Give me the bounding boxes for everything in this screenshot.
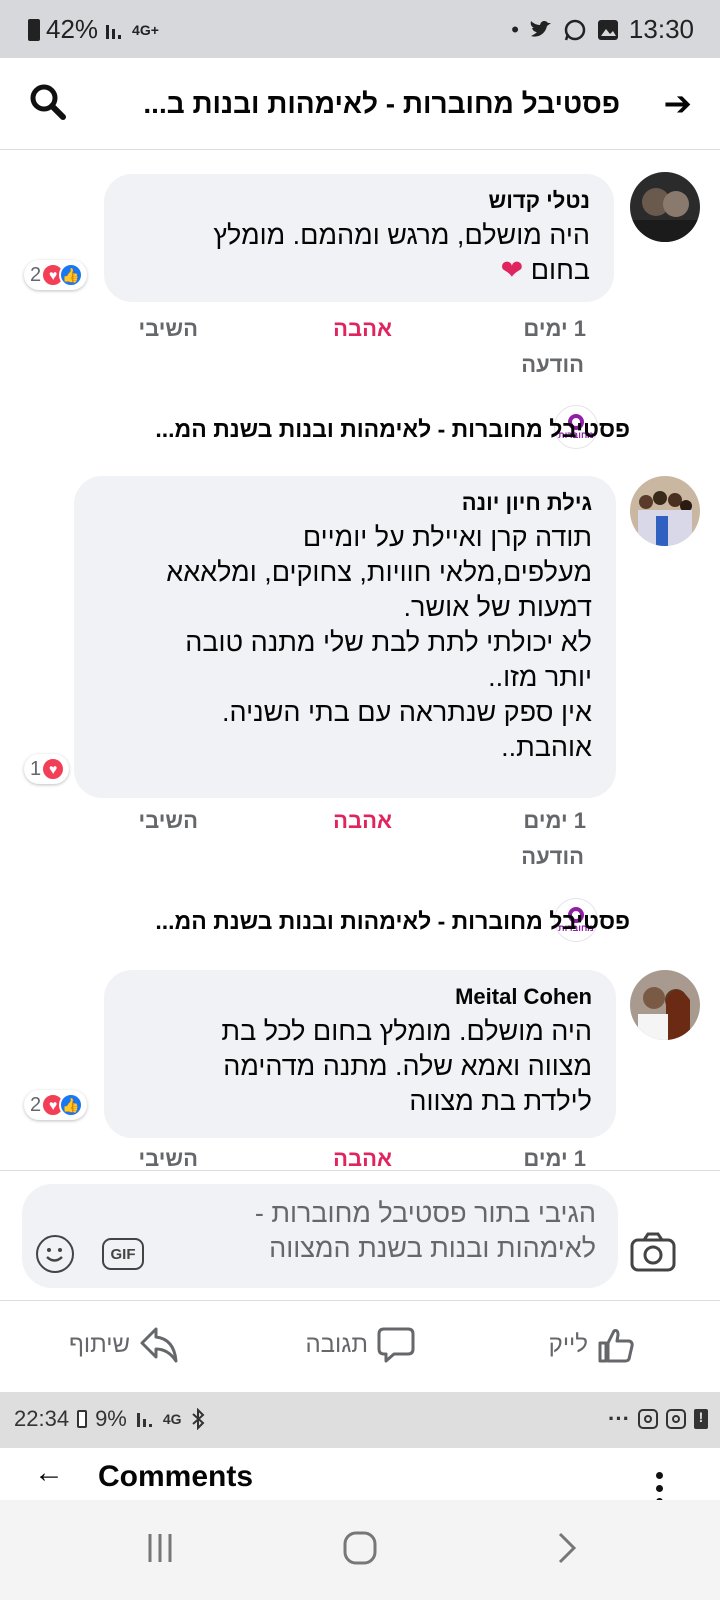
reply-button[interactable]: השיבי (138, 1146, 198, 1172)
arrow-right-icon[interactable]: ➔ (664, 84, 693, 124)
clock: 13:30 (628, 14, 694, 44)
gif-button[interactable]: GIF (102, 1238, 144, 1270)
network-type-2: 4G (162, 1411, 182, 1427)
comment-bubble: נטלי קדוש היה מושלם, מרגש ומהמם. מומלץ ב… (104, 174, 614, 302)
reaction-count: 2 (30, 1093, 42, 1116)
like-label: לייק (548, 1331, 588, 1358)
comment-text: היה מושלם, מרגש ומהמם. מומלץ בחום ❤ (213, 220, 590, 285)
search-icon[interactable] (28, 82, 68, 122)
camera-icon[interactable] (630, 1232, 676, 1272)
love-button[interactable]: אהבה (333, 1146, 392, 1172)
reaction-summary[interactable]: 2 ♥ 👍 (24, 1090, 88, 1120)
back-icon[interactable] (548, 1530, 584, 1566)
avatar[interactable] (630, 172, 700, 242)
comment-time: 1 ימים (523, 808, 586, 833)
battery-icon (28, 18, 40, 41)
message-button[interactable]: הודעה (521, 844, 584, 870)
reaction-count: 1 (30, 757, 42, 780)
avatar[interactable] (630, 476, 700, 546)
comment-author[interactable]: גילת חיון יונה (94, 490, 592, 516)
reaction-summary[interactable]: 2 ♥ 👍 (24, 260, 88, 290)
comment-input-placeholder: הגיבי בתור פסטיבל מחוברות - לאימהות ובנו… (254, 1198, 596, 1263)
reaction-count: 2 (30, 263, 42, 286)
thumbs-up-icon (598, 1329, 634, 1363)
gallery-icon (597, 19, 618, 40)
bluetooth-icon (191, 1408, 204, 1430)
comment-author[interactable]: נטלי קדוש (124, 188, 591, 214)
status-bar: 42% 4G+ • 13:30 (0, 0, 720, 58)
instagram-icon (666, 1409, 686, 1429)
like-reaction-icon: 👍 (59, 1093, 84, 1117)
twitter-icon (530, 20, 551, 37)
comment-label: תגובה (305, 1331, 368, 1358)
comment-input[interactable]: הגיבי בתור פסטיבל מחוברות - לאימהות ובנו… (22, 1184, 618, 1288)
share-button[interactable]: שיתוף (69, 1325, 180, 1365)
message-button[interactable]: הודעה (521, 352, 584, 378)
dot-indicator: • (511, 16, 519, 42)
speech-bubble-icon (377, 1327, 415, 1363)
comments-header: ← Comments (0, 1448, 720, 1505)
more-notifications: ··· (608, 1406, 630, 1431)
like-button[interactable]: לייק (549, 1325, 636, 1365)
recent-apps-icon[interactable] (142, 1530, 178, 1566)
home-icon[interactable] (342, 1530, 378, 1566)
reply-as-page-link[interactable]: פסטיבל מחוברות - לאימהות ובנות בשנת המ..… (155, 416, 630, 443)
comment-button[interactable]: תגובה (305, 1325, 416, 1365)
love-button[interactable]: אהבה (333, 316, 392, 342)
reply-button[interactable]: השיבי (138, 808, 198, 834)
alert-icon: ! (694, 1409, 708, 1429)
battery-level: 42% (46, 14, 99, 44)
reply-as-page-link[interactable]: פסטיבל מחוברות - לאימהות ובנות בשנת המ..… (155, 908, 630, 935)
post-actions: לייק תגובה שיתוף (0, 1300, 720, 1388)
signal-icon (106, 24, 122, 39)
comment-bubble: Meital Cohen היה מושלם. מומלץ בחום לכל ב… (104, 970, 616, 1138)
like-reaction-icon: 👍 (59, 263, 84, 287)
emoji-icon[interactable] (36, 1235, 74, 1273)
whatsapp-icon (564, 19, 586, 40)
reply-button[interactable]: השיבי (138, 316, 198, 342)
signal-icon (136, 1413, 152, 1427)
clock-2: 22:34 (14, 1406, 70, 1431)
page-title: פסטיבל מחוברות - לאימהות ובנות ב... (143, 88, 620, 119)
heart-emoji-icon: ❤ (500, 255, 524, 285)
avatar[interactable] (630, 970, 700, 1040)
share-label: שיתוף (68, 1331, 130, 1358)
comment-text: תודה קרן ואיילת על יומיים מעלפים,מלאי חו… (166, 522, 592, 762)
comment-bubble: גילת חיון יונה תודה קרן ואיילת על יומיים… (74, 476, 616, 798)
love-button[interactable]: אהבה (333, 808, 392, 834)
reaction-summary[interactable]: 1 ♥ (24, 754, 70, 784)
top-header: פסטיבל מחוברות - לאימהות ובנות ב... ➔ (0, 58, 720, 150)
heart-reaction-icon: ♥ (41, 757, 66, 781)
battery-level-2: 9% (95, 1406, 127, 1431)
share-arrow-icon (140, 1327, 178, 1363)
comment-author[interactable]: Meital Cohen (124, 984, 592, 1010)
comment-text: היה מושלם. מומלץ בחום לכל בת מצווה ואמא … (221, 1016, 592, 1116)
comment-time: 1 ימים (523, 1146, 586, 1171)
instagram-icon (638, 1409, 658, 1429)
status-bar-2: 22:34 9% 4G ··· ! (0, 1392, 720, 1448)
arrow-left-icon[interactable]: ← (34, 1456, 64, 1490)
system-nav-bar (0, 1500, 720, 1600)
comment-time: 1 ימים (523, 316, 586, 341)
comments-title: Comments (98, 1460, 254, 1493)
battery-icon (77, 1410, 88, 1428)
network-type: 4G+ (132, 21, 159, 38)
